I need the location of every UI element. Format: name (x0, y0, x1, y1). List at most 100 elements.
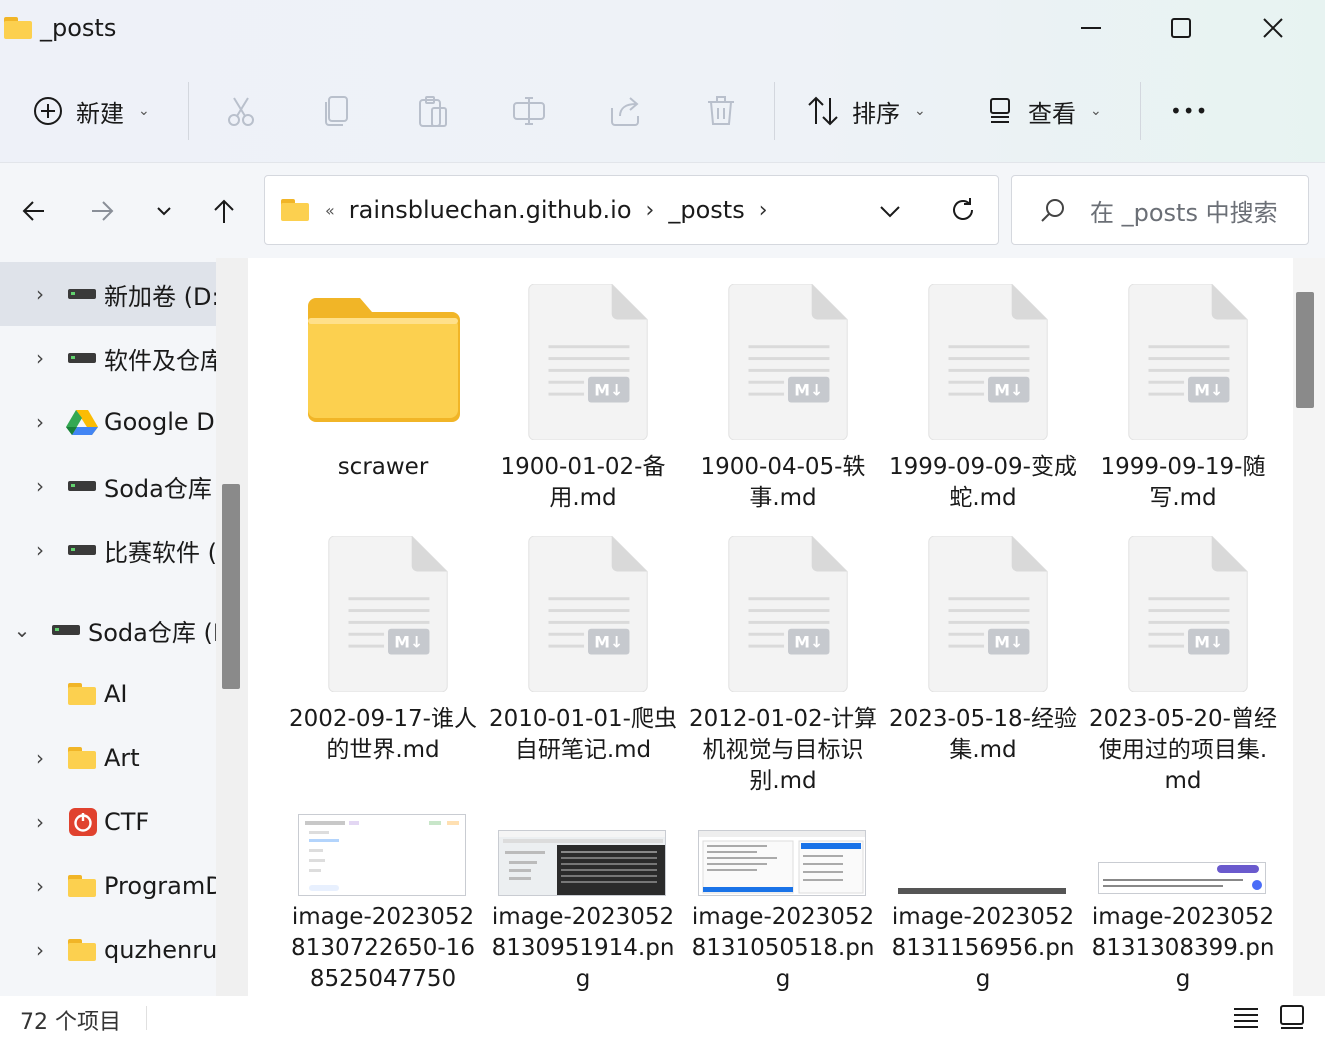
forward-button[interactable] (82, 191, 122, 231)
breadcrumb-separator-icon[interactable]: › (646, 198, 655, 223)
drive-icon (52, 625, 80, 635)
sidebar-item-soda-drive[interactable]: › Soda仓库 (0, 454, 216, 518)
expand-chevron-icon[interactable]: › (30, 938, 50, 962)
delete-button[interactable] (704, 76, 738, 146)
file-name: scrawer (337, 454, 429, 480)
markdown-file-icon: M↓ (528, 536, 648, 692)
drive-icon (68, 289, 96, 299)
file-tile-markdown[interactable]: M↓ 2002-09-17-谁人的世界.md (288, 536, 478, 796)
address-bar[interactable]: « rainsbluechan.github.io › _posts › (264, 175, 999, 245)
sidebar-item-d-drive[interactable]: › 新加卷 (D: (0, 262, 216, 326)
expand-chevron-icon[interactable]: › (30, 346, 50, 370)
breadcrumb-overflow[interactable]: « (325, 201, 335, 220)
sidebar-item-art[interactable]: › Art (0, 726, 216, 790)
file-tile-markdown[interactable]: M↓ 2010-01-01-爬虫自研笔记.md (488, 536, 678, 796)
image-thumbnail (698, 830, 866, 896)
address-row: « rainsbluechan.github.io › _posts › 在 _… (0, 162, 1325, 258)
status-divider (146, 1006, 147, 1030)
title-and-toolbar-area: _posts 新建 ⌄ 排序 ⌄ 查看 ⌄ ••• (0, 0, 1325, 162)
sidebar-item-label: 软件及仓库 (104, 346, 216, 375)
file-tile-markdown[interactable]: M↓ 1999-09-19-随写.md (1088, 284, 1278, 524)
file-tile-image[interactable]: image-20230528131050518.png (688, 812, 878, 996)
sidebar-item-ctf[interactable]: › CTF (0, 790, 216, 854)
arrow-right-icon (92, 201, 114, 221)
maximize-button[interactable] (1158, 8, 1204, 48)
share-button[interactable] (608, 76, 642, 146)
breadcrumb-item[interactable]: _posts (668, 196, 744, 224)
up-button[interactable] (204, 191, 244, 231)
copy-icon (325, 96, 348, 126)
share-icon (611, 97, 639, 126)
file-tile-markdown[interactable]: M↓ 2012-01-02-计算机视觉与目标识别.md (688, 536, 878, 796)
markdown-file-icon: M↓ (1128, 284, 1248, 440)
expand-chevron-icon[interactable]: › (30, 746, 50, 770)
address-history-dropdown[interactable] (877, 198, 903, 228)
file-tile-markdown[interactable]: M↓ 2023-05-20-曾经使用过的项目集.md (1088, 536, 1278, 796)
search-box[interactable]: 在 _posts 中搜索 (1011, 175, 1309, 245)
image-thumbnail (898, 888, 1066, 894)
large-folder-icon (308, 298, 460, 422)
content-scrollbar-thumb[interactable] (1296, 292, 1314, 408)
view-layout-icon (990, 98, 1010, 123)
back-button[interactable] (14, 191, 54, 231)
markdown-file-icon: M↓ (728, 284, 848, 440)
file-tile-folder[interactable]: scrawer (288, 288, 478, 498)
close-icon (1263, 18, 1283, 38)
expand-chevron-icon[interactable]: › (30, 810, 50, 834)
sidebar-item-label: Google Dr (104, 408, 216, 436)
breadcrumb-separator-icon[interactable]: › (759, 198, 768, 223)
file-tile-image[interactable]: image-20230528130951914.png (488, 812, 678, 996)
drive-icon (68, 481, 96, 491)
cut-button[interactable] (224, 76, 258, 146)
recent-locations-button[interactable] (144, 191, 184, 231)
expand-chevron-icon[interactable]: › (30, 282, 50, 306)
file-tile-markdown[interactable]: M↓ 1900-01-02-备用.md (488, 284, 678, 524)
file-tile-markdown[interactable]: M↓ 2023-05-18-经验集.md (888, 536, 1078, 796)
file-tile-markdown[interactable]: M↓ 1900-04-05-轶事.md (688, 284, 878, 524)
breadcrumb-item[interactable]: rainsbluechan.github.io (349, 196, 632, 224)
collapse-chevron-icon[interactable]: ⌄ (12, 618, 32, 642)
expand-chevron-icon[interactable]: › (30, 474, 50, 498)
sidebar-item-soda-h-drive[interactable]: ⌄ Soda仓库 (H (0, 598, 216, 662)
minimize-button[interactable] (1068, 8, 1114, 48)
sidebar-item-software-drive[interactable]: › 软件及仓库 (0, 326, 216, 390)
maximize-icon (1171, 18, 1191, 38)
sidebar-item-ai[interactable]: AI (0, 662, 216, 726)
expand-chevron-icon[interactable]: › (30, 410, 50, 434)
file-tile-markdown[interactable]: M↓ 1999-09-09-变成蛇.md (888, 284, 1078, 524)
copy-button[interactable] (320, 76, 354, 146)
file-tile-image[interactable]: image-20230528131156956.png (888, 812, 1078, 996)
file-tile-image[interactable]: image-20230528131308399.png (1088, 812, 1278, 996)
folder-icon (281, 199, 309, 221)
new-button[interactable]: 新建 ⌄ (32, 76, 150, 146)
expand-chevron-icon[interactable]: › (30, 874, 50, 898)
thumbnail-view-button[interactable] (1274, 1000, 1310, 1034)
details-view-button[interactable] (1228, 1000, 1264, 1034)
image-thumbnail (1098, 862, 1266, 894)
rename-button[interactable] (512, 76, 546, 146)
see-more-button[interactable]: ••• (1170, 76, 1208, 146)
folder-icon (68, 875, 96, 897)
sidebar-item-label: ProgramD (104, 872, 216, 900)
file-name: 1999-09-19-随写.md (1100, 454, 1266, 511)
refresh-button[interactable] (949, 196, 977, 228)
plus-circle-icon (34, 97, 62, 125)
view-button[interactable]: 查看 ⌄ (986, 76, 1102, 146)
sidebar-item-programd[interactable]: › ProgramD (0, 854, 216, 918)
sidebar-item-google-drive[interactable]: › Google Dr (0, 390, 216, 454)
sidebar-item-label: 新加卷 (D: (104, 282, 216, 311)
file-tile-image[interactable]: image-20230528130722650-168525047750 (288, 812, 478, 996)
sidebar-scrollbar-thumb[interactable] (222, 484, 240, 689)
close-button[interactable] (1250, 8, 1296, 48)
sidebar-item-quzhenru[interactable]: › quzhenru (0, 918, 216, 982)
expand-chevron-icon[interactable]: › (30, 538, 50, 562)
paste-button[interactable] (416, 76, 450, 146)
sort-arrows-icon (808, 96, 838, 126)
sidebar-item-contest-drive[interactable]: › 比赛软件 ( (0, 518, 216, 582)
chevron-down-icon (157, 207, 171, 216)
command-bar: 新建 ⌄ 排序 ⌄ 查看 ⌄ ••• (0, 76, 1325, 146)
sort-button[interactable]: 排序 ⌄ (806, 76, 926, 146)
sidebar-item-label: Art (104, 744, 140, 772)
svg-text:M↓: M↓ (794, 381, 823, 400)
image-thumbnail (298, 814, 466, 896)
